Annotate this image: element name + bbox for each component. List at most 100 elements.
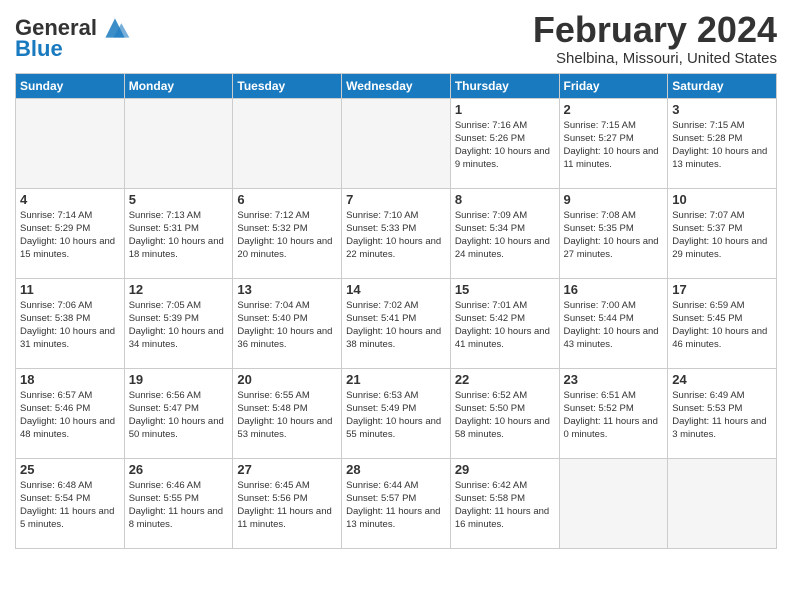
day-info: Sunrise: 7:08 AMSunset: 5:35 PMDaylight:…	[564, 209, 664, 262]
day-info: Sunrise: 6:53 AMSunset: 5:49 PMDaylight:…	[346, 389, 446, 442]
daylight-label: Daylight: 10 hours and 20 minutes.	[237, 236, 332, 260]
day-cell-22: 22 Sunrise: 6:52 AMSunset: 5:50 PMDayligh…	[450, 368, 559, 458]
page: General Blue February 2024 Shelbina, Mis…	[0, 0, 792, 559]
sunset-label: Sunset: 5:26 PM	[455, 133, 525, 144]
day-number: 24	[672, 372, 772, 387]
sunset-label: Sunset: 5:58 PM	[455, 493, 525, 504]
title-block: February 2024 Shelbina, Missouri, United…	[533, 10, 777, 67]
sunrise-label: Sunrise: 6:56 AM	[129, 390, 201, 401]
sunset-label: Sunset: 5:31 PM	[129, 223, 199, 234]
sunrise-label: Sunrise: 6:55 AM	[237, 390, 309, 401]
day-number: 9	[564, 192, 664, 207]
day-number: 22	[455, 372, 555, 387]
day-info: Sunrise: 7:06 AMSunset: 5:38 PMDaylight:…	[20, 299, 120, 352]
sunrise-label: Sunrise: 7:09 AM	[455, 210, 527, 221]
week-row-2: 4Sunrise: 7:14 AMSunset: 5:29 PMDaylight…	[16, 188, 777, 278]
empty-cell	[559, 458, 668, 548]
day-cell-14: 14 Sunrise: 7:02 AMSunset: 5:41 PMDayligh…	[342, 278, 451, 368]
sunset-label: Sunset: 5:52 PM	[564, 403, 634, 414]
day-number: 3	[672, 102, 772, 117]
day-cell-17: 17Sunrise: 6:59 AMSunset: 5:45 PMDayligh…	[668, 278, 777, 368]
day-cell-26: 26Sunrise: 6:46 AMSunset: 5:55 PMDayligh…	[124, 458, 233, 548]
day-number: 6	[237, 192, 337, 207]
day-info: Sunrise: 6:59 AMSunset: 5:45 PMDaylight:…	[672, 299, 772, 352]
sunset-label: Sunset: 5:46 PM	[20, 403, 90, 414]
day-cell-16: 16Sunrise: 7:00 AMSunset: 5:44 PMDayligh…	[559, 278, 668, 368]
day-of-week-wednesday: Wednesday	[342, 73, 451, 98]
sunrise-label: Sunrise: 7:10 AM	[346, 210, 418, 221]
day-number: 1	[455, 102, 555, 117]
sunset-label: Sunset: 5:37 PM	[672, 223, 742, 234]
day-of-week-friday: Friday	[559, 73, 668, 98]
daylight-label: Daylight: 10 hours and 18 minutes.	[129, 236, 224, 260]
day-cell-28: 28Sunrise: 6:44 AMSunset: 5:57 PMDayligh…	[342, 458, 451, 548]
sunset-label: Sunset: 5:42 PM	[455, 313, 525, 324]
sunrise-label: Sunrise: 6:44 AM	[346, 480, 418, 491]
day-info: Sunrise: 7:02 AMSunset: 5:41 PMDaylight:…	[346, 299, 446, 352]
sunrise-label: Sunrise: 6:52 AM	[455, 390, 527, 401]
day-cell-12: 12Sunrise: 7:05 AMSunset: 5:39 PMDayligh…	[124, 278, 233, 368]
day-cell-27: 27Sunrise: 6:45 AMSunset: 5:56 PMDayligh…	[233, 458, 342, 548]
sunrise-label: Sunrise: 7:08 AM	[564, 210, 636, 221]
day-info: Sunrise: 7:04 AMSunset: 5:40 PMDaylight:…	[237, 299, 337, 352]
day-cell-3: 3 Sunrise: 7:15 AMSunset: 5:28 PMDaylight…	[668, 98, 777, 188]
daylight-label: Daylight: 10 hours and 15 minutes.	[20, 236, 115, 260]
day-number: 21	[346, 372, 446, 387]
day-info: Sunrise: 6:45 AMSunset: 5:56 PMDaylight:…	[237, 479, 337, 532]
day-number: 14	[346, 282, 446, 297]
main-title: February 2024	[533, 10, 777, 50]
empty-cell	[124, 98, 233, 188]
day-cell-4: 4Sunrise: 7:14 AMSunset: 5:29 PMDaylight…	[16, 188, 125, 278]
subtitle: Shelbina, Missouri, United States	[533, 50, 777, 67]
sunrise-label: Sunrise: 6:46 AM	[129, 480, 201, 491]
day-info: Sunrise: 6:46 AM Sunset: 5:55 PM Daylight:…	[129, 479, 229, 532]
day-info: Sunrise: 6:48 AMSunset: 5:54 PMDaylight:…	[20, 479, 120, 532]
daylight-label: Daylight: 10 hours and 31 minutes.	[20, 326, 115, 350]
day-number: 12	[129, 282, 229, 297]
day-cell-24: 24 Sunrise: 6:49 AMSunset: 5:53 PMDayligh…	[668, 368, 777, 458]
day-info: Sunrise: 6:49 AMSunset: 5:53 PMDaylight:…	[672, 389, 772, 442]
sunrise-label: Sunrise: 6:48 AM	[20, 480, 92, 491]
day-info: Sunrise: 7:15 AMSunset: 5:28 PMDaylight:…	[672, 119, 772, 172]
daylight-label: Daylight: 11 hours and 8 minutes.	[129, 506, 223, 530]
sunrise-label: Sunrise: 7:00 AM	[564, 300, 636, 311]
sunrise-label: Sunrise: 7:07 AM	[672, 210, 744, 221]
day-number: 7	[346, 192, 446, 207]
daylight-label: Daylight: 10 hours and 50 minutes.	[129, 416, 224, 440]
sunset-label: Sunset: 5:44 PM	[564, 313, 634, 324]
daylight-label: Daylight: 11 hours and 11 minutes.	[237, 506, 331, 530]
sunrise-label: Sunrise: 7:16 AM	[455, 120, 527, 131]
day-number: 16	[564, 282, 664, 297]
empty-cell	[16, 98, 125, 188]
day-number: 11	[20, 282, 120, 297]
day-cell-23: 23Sunrise: 6:51 AMSunset: 5:52 PMDayligh…	[559, 368, 668, 458]
day-cell-1: 1Sunrise: 7:16 AMSunset: 5:26 PMDaylight…	[450, 98, 559, 188]
sunset-label: Sunset: 5:41 PM	[346, 313, 416, 324]
day-number: 20	[237, 372, 337, 387]
sunset-label: Sunset: 5:57 PM	[346, 493, 416, 504]
day-cell-15: 15Sunrise: 7:01 AMSunset: 5:42 PMDayligh…	[450, 278, 559, 368]
sunset-label: Sunset: 5:47 PM	[129, 403, 199, 414]
day-info: Sunrise: 6:52 AMSunset: 5:50 PMDaylight:…	[455, 389, 555, 442]
sunrise-label: Sunrise: 7:14 AM	[20, 210, 92, 221]
day-number: 17	[672, 282, 772, 297]
sunset-label: Sunset: 5:55 PM	[129, 493, 199, 504]
day-number: 25	[20, 462, 120, 477]
sunrise-label: Sunrise: 7:04 AM	[237, 300, 309, 311]
week-row-3: 11 Sunrise: 7:06 AMSunset: 5:38 PMDayligh…	[16, 278, 777, 368]
header: General Blue February 2024 Shelbina, Mis…	[15, 10, 777, 67]
empty-cell	[342, 98, 451, 188]
daylight-label: Daylight: 10 hours and 34 minutes.	[129, 326, 224, 350]
logo-icon	[99, 14, 131, 42]
day-info: Sunrise: 6:42 AMSunset: 5:58 PMDaylight:…	[455, 479, 555, 532]
day-of-week-thursday: Thursday	[450, 73, 559, 98]
day-info: Sunrise: 7:10 AMSunset: 5:33 PMDaylight:…	[346, 209, 446, 262]
day-of-week-tuesday: Tuesday	[233, 73, 342, 98]
daylight-label: Daylight: 10 hours and 22 minutes.	[346, 236, 441, 260]
day-number: 19	[129, 372, 229, 387]
day-cell-6: 6Sunrise: 7:12 AMSunset: 5:32 PMDaylight…	[233, 188, 342, 278]
sunrise-label: Sunrise: 6:59 AM	[672, 300, 744, 311]
sunrise-label: Sunrise: 6:45 AM	[237, 480, 309, 491]
day-cell-18: 18Sunrise: 6:57 AMSunset: 5:46 PMDayligh…	[16, 368, 125, 458]
sunset-label: Sunset: 5:45 PM	[672, 313, 742, 324]
